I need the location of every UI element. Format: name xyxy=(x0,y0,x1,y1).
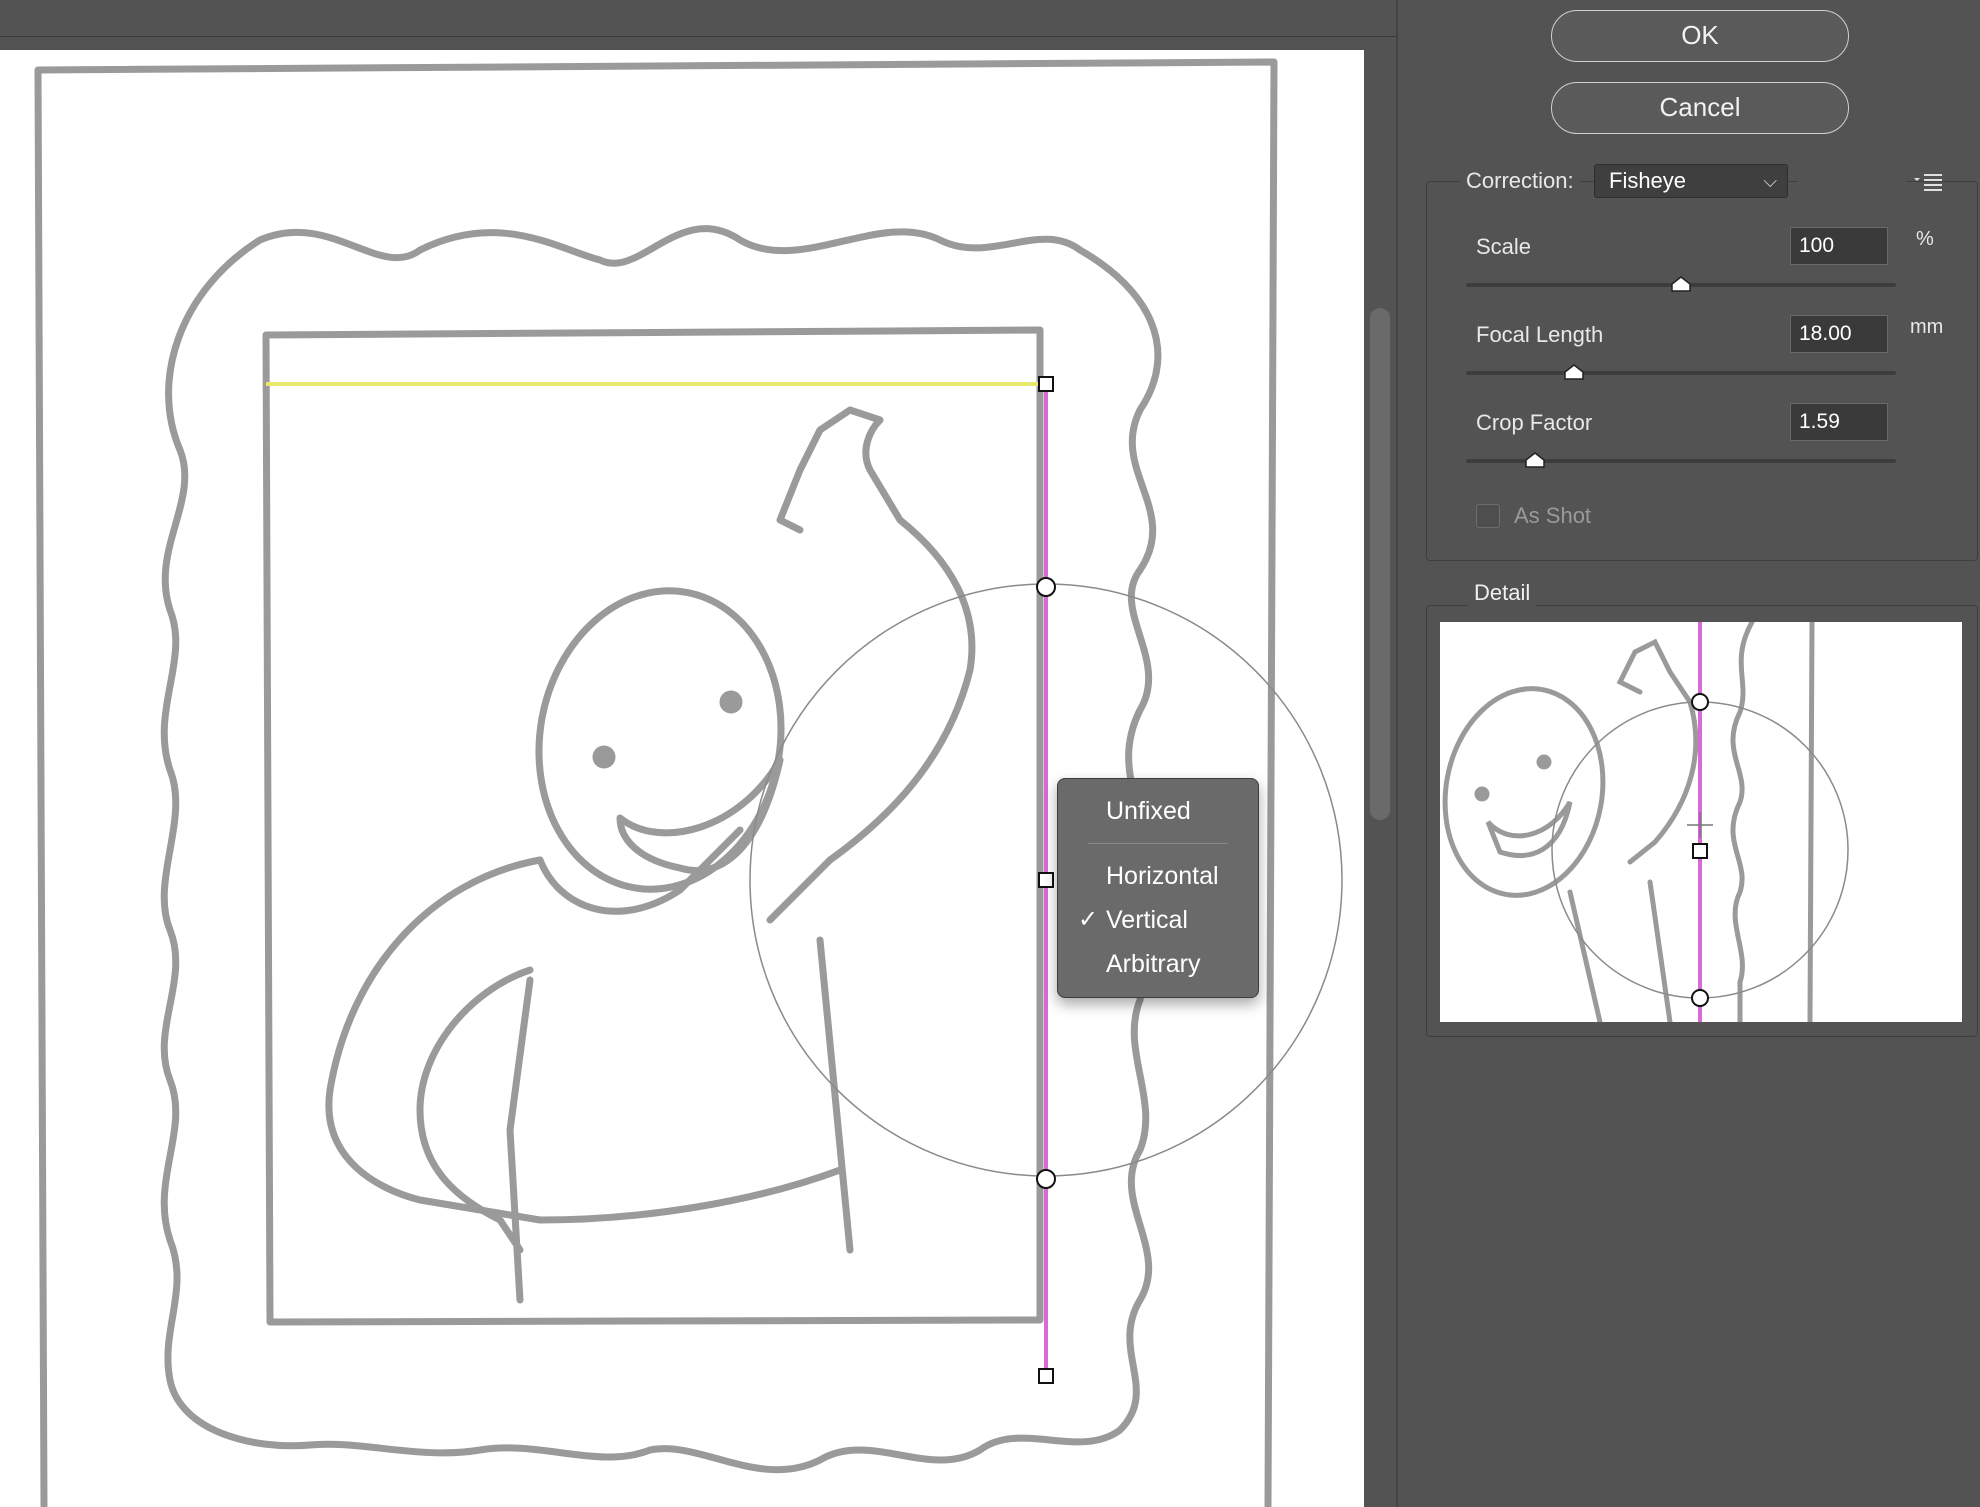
canvas-scrollbar[interactable] xyxy=(1364,50,1396,1507)
scale-input[interactable]: 100 xyxy=(1790,227,1888,265)
sketch-arm xyxy=(766,406,976,924)
canvas-top-bar xyxy=(0,0,1396,37)
focal-length-slider-thumb[interactable] xyxy=(1563,364,1584,380)
crop-factor-slider-thumb[interactable] xyxy=(1525,452,1545,468)
sketch-head xyxy=(535,587,785,893)
menu-item-label: Horizontal xyxy=(1106,862,1219,890)
focal-length-unit: mm xyxy=(1910,316,1944,338)
cancel-button[interactable]: Cancel xyxy=(1551,82,1849,134)
menu-separator xyxy=(1088,843,1228,844)
checkmark-icon: ✓ xyxy=(1078,906,1099,933)
scrollbar-thumb[interactable] xyxy=(1370,308,1390,820)
as-shot-label: As Shot xyxy=(1514,503,1592,528)
focal-length-slider-track[interactable] xyxy=(1466,371,1896,375)
scale-label: Scale xyxy=(1476,234,1532,259)
menu-item-unfixed[interactable]: Unfixed xyxy=(1058,789,1258,833)
wavy-frame-outer xyxy=(160,225,1162,1474)
menu-item-label: Arbitrary xyxy=(1106,950,1201,978)
scale-unit: % xyxy=(1916,228,1934,250)
detail-image xyxy=(1442,619,1849,1025)
sketch-body xyxy=(325,856,844,1224)
scale-slider-thumb[interactable] xyxy=(1671,276,1691,292)
menu-item-label: Vertical xyxy=(1106,906,1188,934)
legend-gap xyxy=(1798,181,1906,193)
correction-label: Correction: xyxy=(1460,168,1580,194)
correction-selected-value: Fisheye xyxy=(1609,168,1687,193)
rotate-handle-top xyxy=(1036,577,1056,597)
chevron-down-icon: ⌵ xyxy=(1763,171,1777,191)
adaptive-wide-angle-dialog: Unfixed Horizontal ✓ Vertical Arbitrary … xyxy=(0,0,1980,1507)
menu-item-arbitrary[interactable]: Arbitrary xyxy=(1058,942,1258,986)
constraint-endpoint-top xyxy=(1038,376,1054,392)
menu-item-label: Unfixed xyxy=(1106,797,1191,825)
crop-factor-input[interactable]: 1.59 xyxy=(1790,403,1888,441)
crop-factor-label: Crop Factor xyxy=(1476,410,1593,435)
inner-frame xyxy=(262,326,1044,1326)
detail-loupe xyxy=(1440,619,1962,1025)
settings-panel: OK Cancel Correction: Fisheye ⌵ Scale 10… xyxy=(1398,0,1980,1507)
correction-select[interactable]: Fisheye ⌵ xyxy=(1594,164,1788,198)
menu-item-vertical[interactable]: ✓ Vertical xyxy=(1058,898,1258,942)
constraint-type-menu: Unfixed Horizontal ✓ Vertical Arbitrary xyxy=(1057,778,1259,998)
detail-legend: Detail xyxy=(1468,580,1537,606)
constraint-endpoint-bottom xyxy=(1038,1368,1054,1384)
constraint-midpoint xyxy=(1038,872,1054,888)
rotate-handle-bottom xyxy=(1036,1169,1056,1189)
as-shot-checkbox[interactable] xyxy=(1476,504,1500,528)
ok-button[interactable]: OK xyxy=(1551,10,1849,62)
focal-length-input[interactable]: 18.00 xyxy=(1790,315,1888,353)
menu-item-horizontal[interactable]: Horizontal xyxy=(1058,854,1258,898)
panel-menu-icon[interactable] xyxy=(1912,172,1944,192)
focal-length-label: Focal Length xyxy=(1476,322,1604,347)
